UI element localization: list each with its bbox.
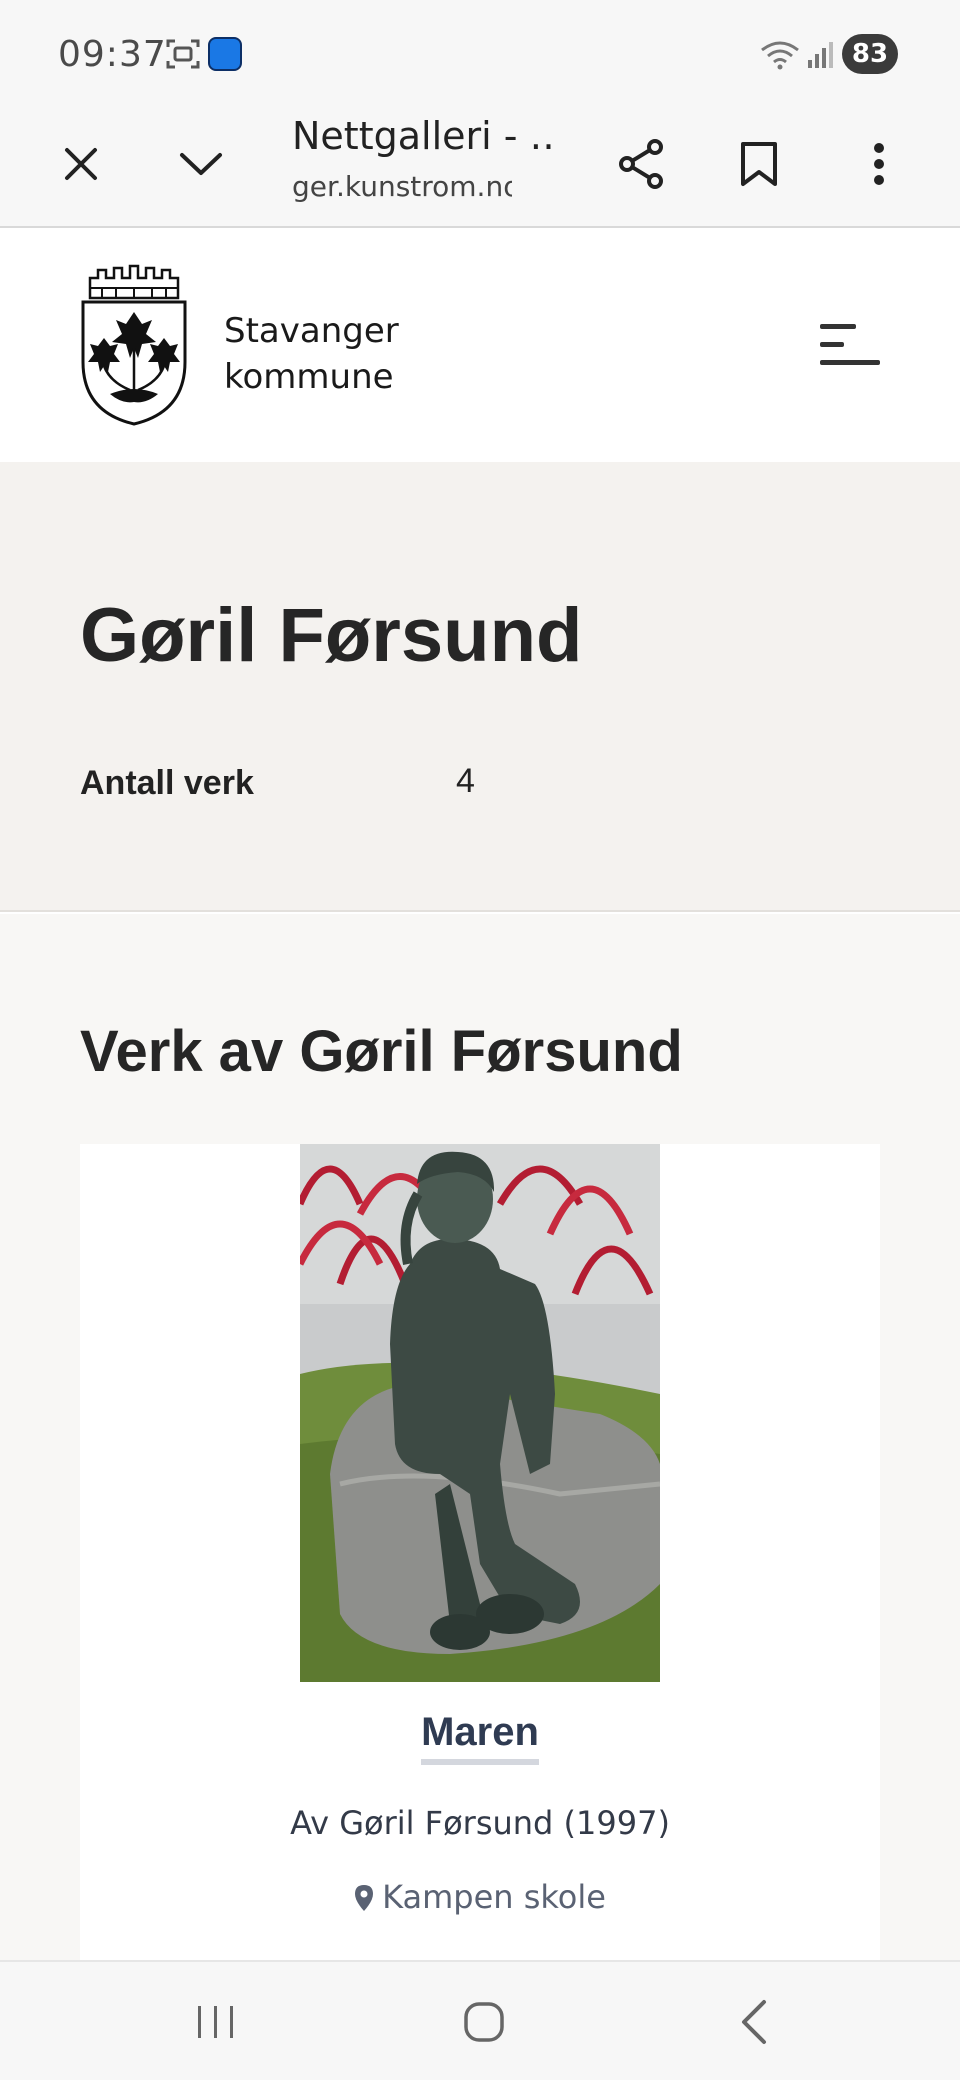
chevron-down-icon <box>180 153 222 175</box>
share-icon <box>619 139 663 189</box>
minimize-button[interactable] <box>156 100 246 228</box>
more-icon <box>874 143 884 185</box>
brand-line-1: Stavanger <box>224 311 399 351</box>
signal-icon <box>808 42 833 68</box>
brand-line-2: kommune <box>224 357 394 397</box>
artwork-title: Maren <box>421 1710 539 1765</box>
recents-icon <box>198 2006 233 2038</box>
battery-indicator: 83 <box>842 34 898 74</box>
brand-name[interactable]: Stavanger kommune <box>224 308 399 400</box>
home-button[interactable] <box>424 1962 544 2080</box>
page-title: Gøril Førsund <box>80 593 583 678</box>
home-icon <box>464 2002 504 2042</box>
close-icon <box>65 148 97 180</box>
bookmark-button[interactable] <box>714 100 804 228</box>
stavanger-logo[interactable] <box>80 262 188 426</box>
map-pin-icon <box>355 1885 374 1911</box>
screenshot-icon <box>166 39 200 69</box>
artwork-location-text: Kampen skole <box>382 1878 606 1916</box>
tab-title[interactable]: Nettgalleri - … <box>292 114 552 158</box>
artwork-title-link[interactable]: Maren <box>80 1710 880 1765</box>
app-icon <box>208 37 242 71</box>
work-count-label: Antall verk <box>80 764 254 802</box>
browser-toolbar: Nettgalleri - … ger.kunstrom.no <box>0 100 960 228</box>
artwork-byline: Av Gøril Førsund (1997) <box>290 1804 670 1842</box>
site-header: Stavanger kommune <box>0 230 960 462</box>
artist-hero: Gøril Førsund Antall verk 4 <box>0 462 960 912</box>
close-button[interactable] <box>36 100 126 228</box>
back-icon <box>742 2000 766 2044</box>
status-bar: 09:37 83 <box>0 0 960 100</box>
works-heading: Verk av Gøril Førsund <box>80 1019 683 1084</box>
bookmark-icon <box>741 142 777 186</box>
more-options-button[interactable] <box>834 100 924 228</box>
hamburger-menu-icon <box>820 324 880 365</box>
artwork-card[interactable]: Maren Av Gøril Førsund (1997) Kampen sko… <box>80 1144 880 1974</box>
share-button[interactable] <box>596 100 686 228</box>
artwork-location: Kampen skole <box>80 1878 880 1916</box>
system-navigation-bar <box>0 1960 960 2080</box>
artwork-image[interactable] <box>300 1144 660 1682</box>
wifi-icon <box>761 41 799 70</box>
status-time: 09:37 <box>58 34 167 75</box>
work-count-value: 4 <box>456 762 475 800</box>
menu-button[interactable] <box>808 316 884 376</box>
url-display[interactable]: ger.kunstrom.no <box>292 170 512 203</box>
works-section: Verk av Gøril Førsund Maren Av Gøril Før… <box>0 914 960 1974</box>
back-button[interactable] <box>694 1962 814 2080</box>
recents-button[interactable] <box>156 1962 276 2080</box>
